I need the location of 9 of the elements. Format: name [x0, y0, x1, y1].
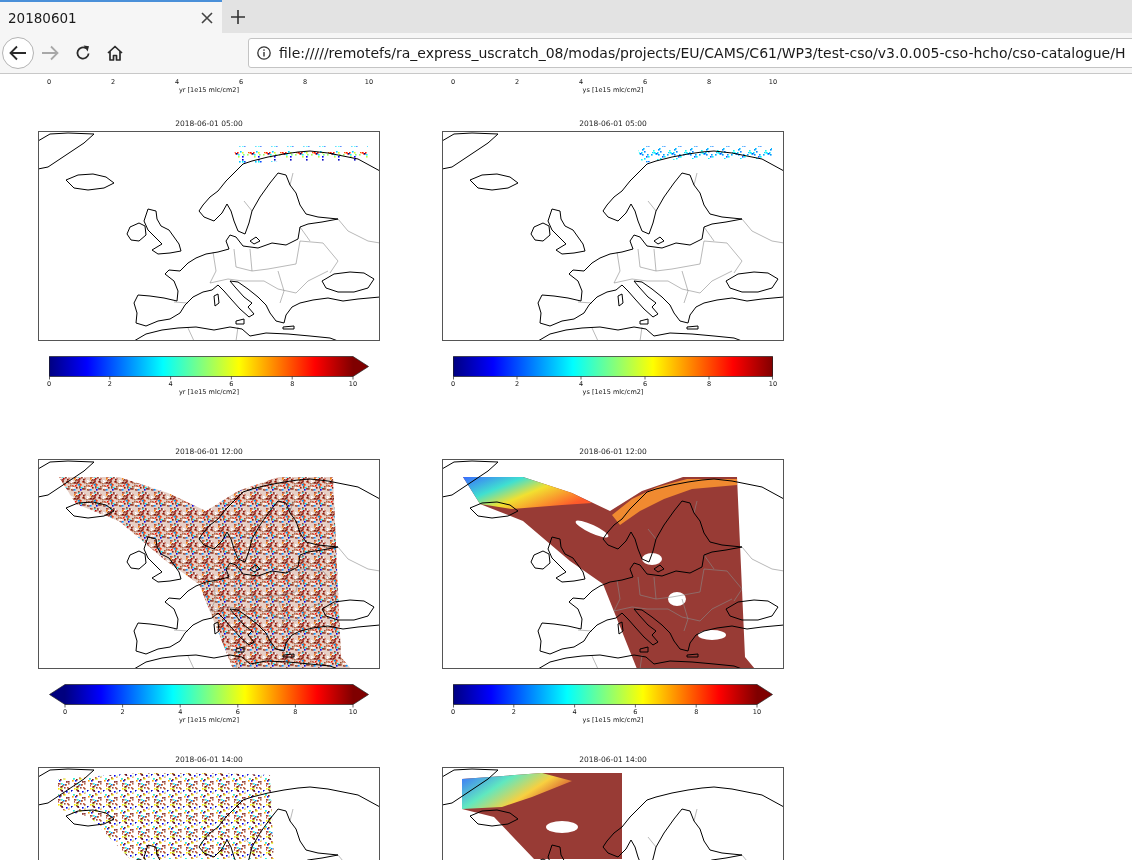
arrow-left-icon [9, 45, 27, 61]
address-field[interactable]: file://///remotefs/ra_express_uscratch_08/modas/projects/EU/CAMS/C61/WP3/test-cso/v3.0.005-cso-hcho/cso-catalogue/H [248, 38, 1132, 68]
home-icon[interactable] [107, 45, 123, 61]
reload-icon[interactable] [75, 45, 91, 61]
info-icon[interactable] [257, 46, 271, 60]
browser-tab[interactable]: 20180601 [0, 0, 222, 33]
new-tab-icon[interactable] [231, 9, 245, 24]
close-icon[interactable] [201, 11, 213, 24]
back-button[interactable] [2, 37, 34, 69]
